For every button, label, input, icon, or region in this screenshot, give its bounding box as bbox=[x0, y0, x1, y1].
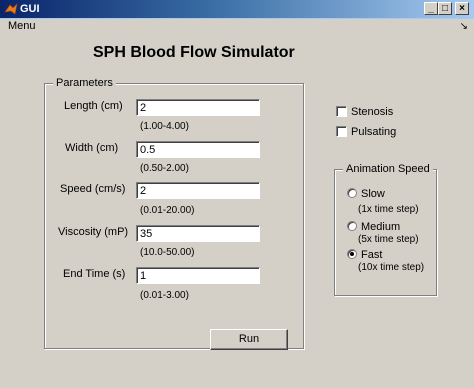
parameters-legend: Parameters bbox=[53, 77, 116, 89]
width-label: Width (cm) bbox=[65, 142, 119, 154]
menu-bar: Menu ↘ bbox=[0, 19, 474, 35]
end-time-label: End Time (s) bbox=[63, 268, 126, 280]
radio-fast-label: Fast bbox=[361, 249, 383, 261]
radio-slow[interactable]: Slow bbox=[347, 188, 385, 200]
window-title: GUI bbox=[20, 3, 40, 15]
dock-arrow-icon[interactable]: ↘ bbox=[460, 21, 468, 32]
viscosity-label: Viscosity (mP) bbox=[58, 226, 129, 238]
menu-item[interactable]: Menu bbox=[8, 20, 36, 32]
radio-medium-sub: (5x time step) bbox=[358, 234, 419, 245]
stenosis-checkbox-box[interactable] bbox=[336, 106, 347, 117]
radio-medium-label: Medium bbox=[361, 221, 401, 233]
app-title: SPH Blood Flow Simulator bbox=[93, 44, 295, 61]
radio-fast-sub: (10x time step) bbox=[358, 262, 425, 273]
pulsating-checkbox-box[interactable] bbox=[336, 126, 347, 137]
matlab-icon bbox=[4, 3, 18, 15]
maximize-button[interactable]: □ bbox=[438, 2, 452, 15]
speed-label: Speed (cm/s) bbox=[60, 183, 126, 195]
viscosity-input[interactable] bbox=[136, 225, 260, 242]
radio-fast-dot[interactable] bbox=[347, 249, 357, 259]
stenosis-checkbox[interactable]: Stenosis bbox=[336, 106, 393, 118]
stenosis-label: Stenosis bbox=[351, 106, 394, 118]
length-input[interactable] bbox=[136, 99, 260, 116]
client-area: SPH Blood Flow Simulator Parameters Leng… bbox=[3, 36, 471, 385]
speed-input[interactable] bbox=[136, 182, 260, 199]
length-range: (1.00-4.00) bbox=[140, 121, 189, 132]
pulsating-checkbox[interactable]: Pulsating bbox=[336, 126, 396, 138]
end-time-input[interactable] bbox=[136, 267, 260, 284]
radio-slow-label: Slow bbox=[361, 188, 385, 200]
radio-medium[interactable]: Medium bbox=[347, 221, 400, 233]
run-button[interactable]: Run bbox=[210, 329, 288, 350]
length-label: Length (cm) bbox=[64, 100, 123, 112]
viscosity-range: (10.0-50.00) bbox=[140, 247, 195, 258]
speed-range: (0.01-20.00) bbox=[140, 205, 195, 216]
radio-slow-sub: (1x time step) bbox=[358, 204, 419, 215]
radio-slow-dot[interactable] bbox=[347, 188, 357, 198]
close-button[interactable]: × bbox=[455, 2, 469, 15]
width-input[interactable] bbox=[136, 141, 260, 158]
title-bar: GUI _ □ × bbox=[0, 0, 474, 19]
radio-medium-dot[interactable] bbox=[347, 221, 357, 231]
radio-fast[interactable]: Fast bbox=[347, 249, 382, 261]
width-range: (0.50-2.00) bbox=[140, 163, 189, 174]
animation-speed-legend: Animation Speed bbox=[343, 163, 433, 175]
minimize-button[interactable]: _ bbox=[424, 2, 438, 15]
pulsating-label: Pulsating bbox=[351, 126, 397, 138]
end-time-range: (0.01-3.00) bbox=[140, 290, 189, 301]
